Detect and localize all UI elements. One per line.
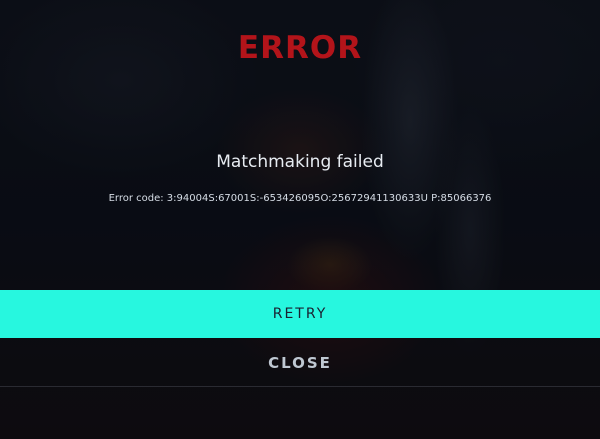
error-title: ERROR <box>237 30 363 66</box>
retry-button-label: RETRY <box>272 306 328 322</box>
error-dialog: ERROR Matchmaking failed Error code: 3:9… <box>0 0 600 439</box>
error-code: Error code: 3:94004S:67001S:-653426095O:… <box>108 193 492 204</box>
close-button-label: CLOSE <box>268 353 332 372</box>
retry-button[interactable]: RETRY <box>0 290 600 338</box>
error-message: Matchmaking failed <box>216 152 384 172</box>
close-button[interactable]: CLOSE <box>0 339 600 387</box>
